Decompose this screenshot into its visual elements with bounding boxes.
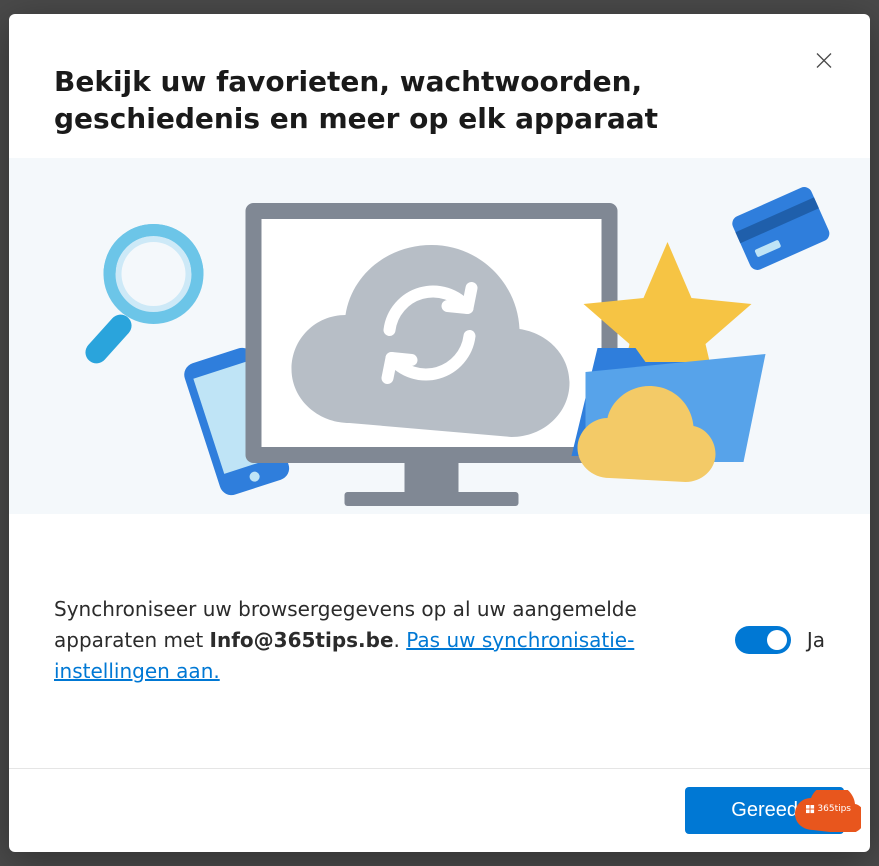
- sync-illustration: [9, 158, 870, 514]
- magnifier-icon: [81, 230, 198, 368]
- credit-card-icon: [730, 184, 832, 272]
- dialog-footer: Gereed: [9, 768, 870, 852]
- sync-dialog: Bekijk uw favorieten, wachtwoorden, gesc…: [9, 14, 870, 852]
- watermark-text-label: 365tips: [817, 804, 851, 814]
- monitor-icon: [246, 203, 618, 506]
- toggle-knob: [767, 630, 787, 650]
- watermark-label: 365tips: [806, 804, 851, 814]
- watermark-badge: 365tips: [795, 790, 861, 832]
- sync-toggle[interactable]: [735, 626, 791, 654]
- close-button[interactable]: [810, 46, 838, 74]
- office-grid-icon: [806, 805, 815, 814]
- dialog-header: Bekijk uw favorieten, wachtwoorden, gesc…: [9, 14, 870, 158]
- sync-email: Info@365tips.be: [210, 628, 394, 652]
- sync-description: Synchroniseer uw browsergegevens op al u…: [54, 594, 705, 687]
- sync-toggle-label: Ja: [807, 628, 825, 652]
- close-icon: [816, 52, 832, 69]
- dialog-title: Bekijk uw favorieten, wachtwoorden, gesc…: [54, 64, 794, 138]
- sync-text-after-email: .: [394, 628, 407, 652]
- sync-toggle-group: Ja: [735, 626, 825, 654]
- sync-section: Synchroniseer uw browsergegevens op al u…: [9, 514, 870, 727]
- sync-illustration-svg: [9, 158, 870, 514]
